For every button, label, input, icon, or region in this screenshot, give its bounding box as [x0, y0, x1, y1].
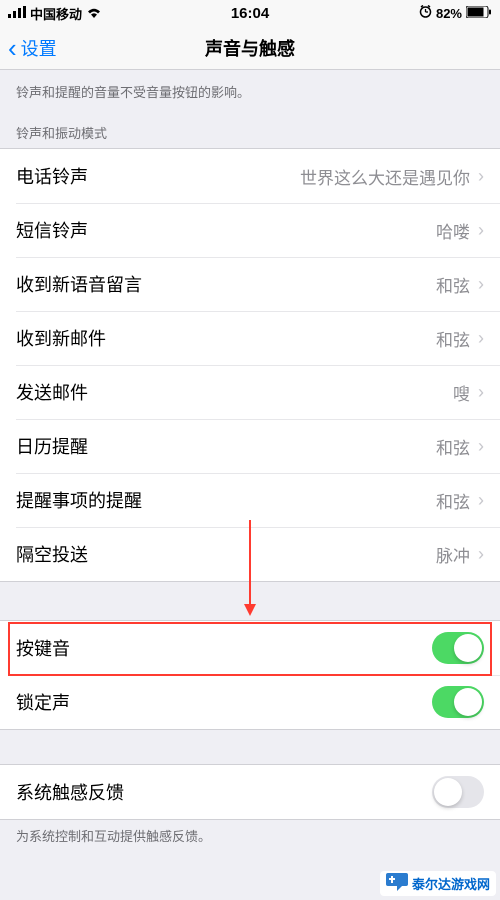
status-time: 16:04 — [231, 5, 269, 22]
item-value: 脉冲 — [436, 542, 470, 567]
ringtone-item[interactable]: 电话铃声 世界这么大还是遇见你 › — [0, 149, 500, 203]
item-label: 系统触感反馈 — [16, 779, 124, 805]
ringtone-item[interactable]: 发送邮件 嗖 › — [0, 365, 500, 419]
item-value: 和弦 — [436, 488, 470, 513]
signal-icon — [8, 6, 26, 21]
lock-sound-row: 锁定声 — [0, 675, 500, 729]
battery-icon — [466, 6, 492, 21]
haptic-row: 系统触感反馈 — [0, 765, 500, 819]
haptic-group: 系统触感反馈 — [0, 764, 500, 820]
item-label: 电话铃声 — [16, 163, 88, 189]
keyboard-clicks-row: 按键音 — [0, 621, 500, 675]
item-label: 隔空投送 — [16, 541, 88, 567]
chevron-right-icon: › — [478, 436, 484, 457]
chevron-right-icon: › — [478, 328, 484, 349]
item-value: 哈喽 — [436, 218, 470, 243]
section-header-ringtone: 铃声和振动模式 — [0, 107, 500, 148]
battery-label: 82% — [436, 6, 462, 21]
item-label: 短信铃声 — [16, 217, 88, 243]
item-label: 提醒事项的提醒 — [16, 487, 142, 513]
ringtone-item[interactable]: 收到新邮件 和弦 › — [0, 311, 500, 365]
chevron-right-icon: › — [478, 382, 484, 403]
item-value: 世界这么大还是遇见你 — [300, 164, 470, 189]
nav-bar: ‹ 设置 声音与触感 — [0, 26, 500, 70]
alarm-icon — [419, 5, 432, 21]
ringtone-item[interactable]: 收到新语音留言 和弦 › — [0, 257, 500, 311]
item-value: 嗖 — [453, 380, 470, 405]
chevron-right-icon: › — [478, 490, 484, 511]
item-value: 和弦 — [436, 434, 470, 459]
item-label: 日历提醒 — [16, 433, 88, 459]
back-label: 设置 — [21, 35, 57, 61]
carrier-label: 中国移动 — [30, 4, 82, 23]
page-title: 声音与触感 — [205, 35, 295, 61]
item-value: 和弦 — [436, 272, 470, 297]
chevron-right-icon: › — [478, 274, 484, 295]
back-button[interactable]: ‹ 设置 — [0, 35, 57, 61]
item-label: 按键音 — [16, 635, 70, 661]
header-description: 铃声和提醒的音量不受音量按钮的影响。 — [0, 70, 500, 107]
wifi-icon — [86, 6, 102, 21]
chevron-right-icon: › — [478, 220, 484, 241]
item-label: 收到新语音留言 — [16, 271, 142, 297]
footer-description: 为系统控制和互动提供触感反馈。 — [0, 820, 500, 857]
item-label: 收到新邮件 — [16, 325, 106, 351]
watermark-text: 泰尔达游戏网 — [412, 874, 490, 893]
ringtone-item[interactable]: 提醒事项的提醒 和弦 › — [0, 473, 500, 527]
ringtone-list: 电话铃声 世界这么大还是遇见你 › 短信铃声 哈喽 › 收到新语音留言 和弦 ›… — [0, 148, 500, 582]
haptic-switch[interactable] — [432, 776, 484, 808]
sound-switches: 按键音 锁定声 — [0, 620, 500, 730]
item-value: 和弦 — [436, 326, 470, 351]
item-label: 锁定声 — [16, 689, 70, 715]
watermark-logo-icon — [386, 873, 408, 894]
chevron-left-icon: ‹ — [8, 35, 17, 61]
chevron-right-icon: › — [478, 544, 484, 565]
ringtone-item[interactable]: 隔空投送 脉冲 › — [0, 527, 500, 581]
chevron-right-icon: › — [478, 166, 484, 187]
watermark: 泰尔达游戏网 — [380, 871, 496, 896]
ringtone-item[interactable]: 日历提醒 和弦 › — [0, 419, 500, 473]
lock-sound-switch[interactable] — [432, 686, 484, 718]
ringtone-item[interactable]: 短信铃声 哈喽 › — [0, 203, 500, 257]
status-bar: 中国移动 16:04 82% — [0, 0, 500, 26]
item-label: 发送邮件 — [16, 379, 88, 405]
keyboard-clicks-switch[interactable] — [432, 632, 484, 664]
